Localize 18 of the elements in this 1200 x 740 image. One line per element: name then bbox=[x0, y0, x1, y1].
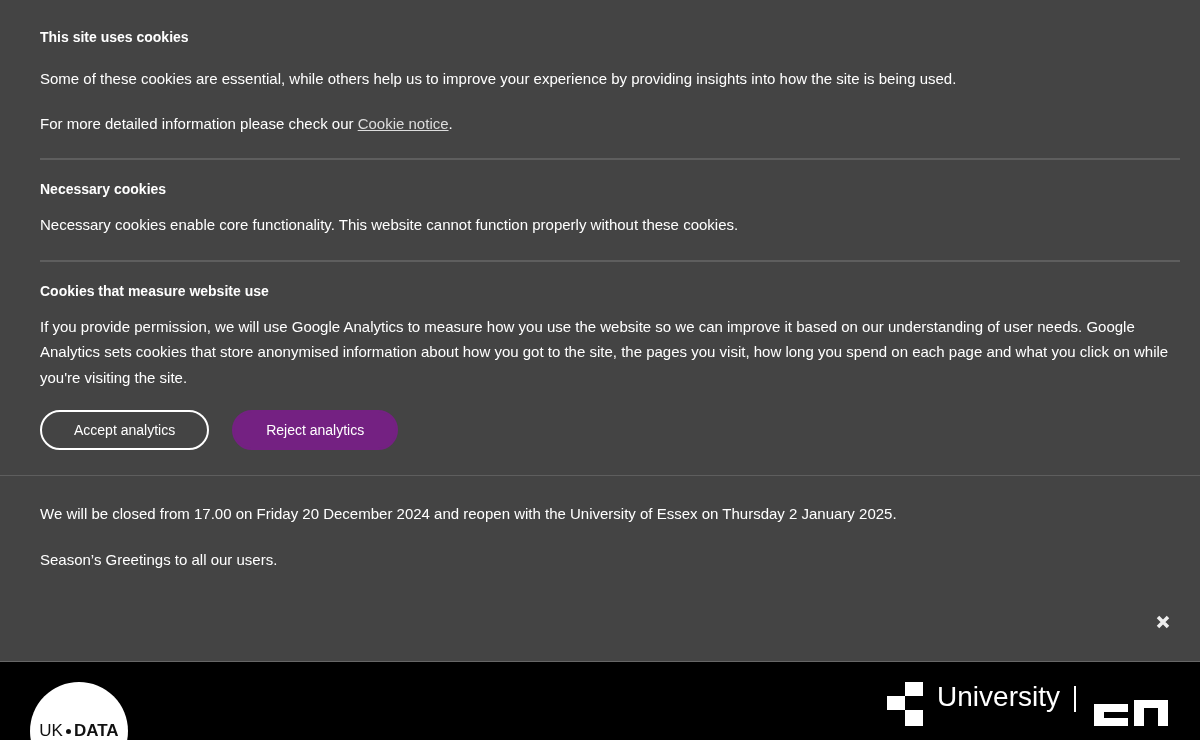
uk-data-logo: UK DATA bbox=[30, 682, 128, 740]
intro-text: Some of these cookies are essential, while others help us to improve your experience by providing insights into how the site is being used. bbox=[40, 69, 958, 89]
close-icon bbox=[1156, 615, 1170, 629]
university-logo-icon bbox=[887, 682, 924, 726]
cookie-notice-link[interactable]: Cookie notice bbox=[357, 114, 449, 132]
notice-message: Season’s Greetings to all our users. bbox=[40, 549, 279, 570]
dot-icon bbox=[65, 728, 71, 734]
university-wordmark: University bbox=[937, 682, 1060, 712]
analytics-button[interactable]: Reject analytics bbox=[232, 410, 399, 450]
analytics-button[interactable]: Accept analytics bbox=[40, 410, 210, 450]
banner-title: This site uses cookies bbox=[40, 28, 190, 46]
section-heading: Cookies that measure website use bbox=[40, 281, 270, 300]
section-text: Necessary cookies enable core functionality. This website cannot function properly without these cookies. bbox=[40, 215, 740, 235]
notice-text: For more detailed information please check our Cookie notice. bbox=[40, 113, 454, 134]
notice-message: We will be closed from 17.00 on Friday 20 December 2024 and reopen with the University of Essex on Thursday 2 January 2025. bbox=[40, 504, 898, 524]
section-text: If you provide permission, we will use Google Analytics to measure how you use the website so we can improve it based on our understanding of user needs. Google Analytics sets cookies that store anonymised information about how you got to the site, the pages you visit, how long you spend on each page and what you click on while you're visiting the site. bbox=[40, 316, 1170, 388]
section-heading: Necessary cookies bbox=[40, 180, 168, 198]
close-button[interactable] bbox=[1156, 615, 1170, 629]
